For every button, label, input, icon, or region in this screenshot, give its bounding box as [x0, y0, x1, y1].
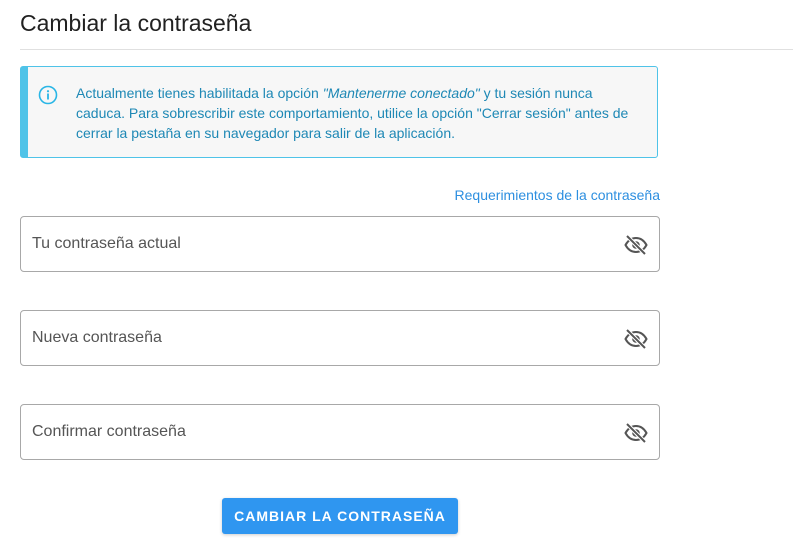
- info-alert: Actualmente tienes habilitada la opción …: [20, 66, 658, 158]
- password-requirements-link[interactable]: Requerimientos de la contraseña: [455, 187, 660, 203]
- eye-slash-icon[interactable]: [624, 327, 648, 351]
- alert-text-emphasis: "Mantenerme conectado": [322, 85, 480, 101]
- new-password-field[interactable]: [20, 310, 660, 366]
- title-divider: [20, 49, 793, 50]
- change-password-button[interactable]: CAMBIAR LA CONTRASEÑA: [222, 498, 458, 534]
- eye-slash-icon[interactable]: [624, 233, 648, 257]
- alert-message: Actualmente tienes habilitada la opción …: [76, 83, 641, 143]
- info-icon: [38, 85, 58, 105]
- change-password-page: Cambiar la contraseña Actualmente tienes…: [0, 0, 807, 549]
- current-password-input[interactable]: [32, 217, 602, 271]
- alert-text-before: Actualmente tienes habilitada la opción: [76, 85, 323, 101]
- page-title: Cambiar la contraseña: [20, 10, 252, 36]
- eye-slash-icon[interactable]: [624, 421, 648, 445]
- confirm-password-field[interactable]: [20, 404, 660, 460]
- current-password-field[interactable]: [20, 216, 660, 272]
- new-password-input[interactable]: [32, 311, 602, 365]
- confirm-password-input[interactable]: [32, 405, 602, 459]
